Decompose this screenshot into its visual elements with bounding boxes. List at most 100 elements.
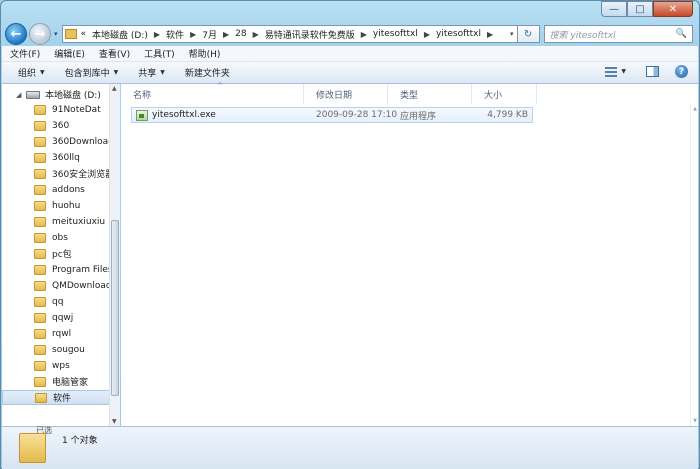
tree-item-drive[interactable]: ◢ 本地磁盘 (D:) (2, 87, 101, 102)
table-row[interactable]: yitesofttxl.exe 2009-09-28 17:10 应用程序 4,… (131, 107, 533, 123)
tree-item-label: 360 (52, 120, 70, 131)
include-in-library-button[interactable]: 包含到库中 ▼ (65, 66, 119, 79)
tree-item-folder[interactable]: obs (2, 230, 68, 245)
tree-item-label: rqwl (52, 328, 72, 339)
file-name: yitesofttxl.exe (152, 110, 216, 120)
breadcrumb-item[interactable]: yitesofttxl (436, 29, 481, 39)
tree-item-folder[interactable]: qq (2, 294, 63, 309)
chevron-right-icon[interactable]: ▶ (361, 30, 367, 39)
scroll-up-icon[interactable]: ▲ (112, 85, 117, 92)
chevron-right-icon[interactable]: ▶ (253, 30, 259, 39)
chevron-down-icon: ▼ (160, 69, 165, 76)
expand-icon[interactable]: ◢ (16, 91, 26, 99)
folder-icon (34, 328, 46, 339)
tree-item-folder[interactable]: 360Downloads (2, 134, 119, 149)
tree-item-folder[interactable]: addons (2, 182, 85, 197)
column-header-type[interactable]: 类型 (388, 84, 472, 104)
navigation-scrollbar[interactable]: ▲ ▼ (109, 84, 120, 426)
folder-icon (34, 136, 46, 147)
item-count: 1 个对象 (62, 436, 98, 446)
scroll-up-icon[interactable]: ▲ (693, 106, 697, 112)
tree-item-folder[interactable]: 91NoteDat (2, 102, 101, 117)
tree-item-folder[interactable]: meituxiuxiu (2, 214, 105, 229)
column-header-modified[interactable]: 修改日期 (304, 84, 388, 104)
scroll-down-icon[interactable]: ▼ (693, 418, 697, 424)
minimize-button[interactable]: — (601, 1, 627, 17)
back-arrow-icon[interactable]: ← (5, 23, 27, 45)
menu-help[interactable]: 帮助(H) (189, 47, 221, 60)
refresh-icon[interactable]: ↻ (517, 25, 540, 43)
folder-icon (34, 296, 46, 307)
organize-button[interactable]: 组织 ▼ (18, 66, 45, 79)
folder-icon (34, 216, 46, 227)
search-input[interactable]: 搜索 yitesofttxl 🔍 (543, 25, 693, 43)
tree-item-folder[interactable]: 软件 (2, 390, 110, 405)
tree-item-folder[interactable]: huohu (2, 198, 80, 213)
folder-icon (34, 120, 46, 131)
share-button[interactable]: 共享 ▼ (138, 66, 165, 79)
scrollbar-thumb[interactable] (111, 220, 119, 396)
folder-icon (64, 29, 77, 39)
menu-file[interactable]: 文件(F) (10, 47, 40, 60)
menu-edit[interactable]: 编辑(E) (54, 47, 85, 60)
new-folder-button[interactable]: 新建文件夹 (185, 66, 230, 79)
tree-item-folder[interactable]: Program Files (2, 262, 113, 277)
column-header-size[interactable]: 大小 (472, 84, 537, 104)
close-button[interactable]: ✕ (653, 1, 693, 17)
column-type-label: 类型 (400, 90, 419, 101)
chevron-right-icon[interactable]: ▶ (154, 30, 160, 39)
scroll-down-icon[interactable]: ▼ (112, 418, 117, 425)
recent-pages-dropdown-icon[interactable]: ▾ (54, 30, 58, 38)
breadcrumb-item[interactable]: yitesofttxl (373, 29, 418, 39)
chevron-right-icon[interactable]: ▶ (190, 30, 196, 39)
folder-icon (34, 152, 46, 163)
views-icon[interactable] (605, 66, 618, 77)
menu-tools[interactable]: 工具(T) (144, 47, 175, 60)
tree-item-label: 软件 (53, 394, 72, 404)
forward-arrow-icon[interactable]: → (29, 23, 51, 45)
breadcrumb-overflow[interactable]: « (81, 29, 87, 39)
tree-item-label: huohu (52, 200, 81, 211)
search-icon[interactable]: 🔍 (676, 29, 687, 39)
chevron-down-icon: ▼ (40, 69, 45, 76)
tree-item-label: sougou (52, 344, 85, 355)
chevron-right-icon[interactable]: ▶ (424, 30, 430, 39)
menu-view[interactable]: 查看(V) (99, 47, 130, 60)
tree-item-label: 电脑管家 (52, 378, 89, 388)
breadcrumb-item[interactable]: 本地磁盘 (D:) (92, 28, 148, 41)
tree-item-folder[interactable]: rqwl (2, 326, 71, 341)
application-icon (136, 109, 148, 121)
preview-pane-icon[interactable] (646, 66, 659, 77)
column-header-name[interactable]: 名称 ^ (121, 82, 304, 104)
tree-item-folder[interactable]: 360llq (2, 150, 80, 165)
tree-item-folder[interactable]: wps (2, 358, 70, 373)
search-placeholder: 搜索 yitesofttxl (549, 30, 616, 41)
sort-ascending-icon: ^ (217, 82, 223, 90)
breadcrumb-item[interactable]: 易特通讯录软件免费版 (265, 28, 355, 41)
tree-item-folder[interactable]: 360 (2, 118, 69, 133)
organize-label: 组织 (18, 69, 37, 79)
tree-item-folder[interactable]: pc包 (2, 246, 72, 261)
address-history-dropdown-icon[interactable]: ▾ (510, 30, 517, 38)
breadcrumb-item[interactable]: 7月 (202, 28, 217, 41)
explorer-window: — □ ✕ ← → ▾ « 本地磁盘 (D:) ▶ 软件 ▶ 7月 ▶ 28 ▶… (0, 0, 700, 469)
address-bar[interactable]: « 本地磁盘 (D:) ▶ 软件 ▶ 7月 ▶ 28 ▶ 易特通讯录软件免费版 … (61, 25, 518, 43)
maximize-button[interactable]: □ (627, 1, 653, 17)
help-icon[interactable]: ? (675, 65, 688, 78)
chevron-right-icon[interactable]: ▶ (487, 30, 493, 39)
folder-icon (34, 168, 46, 179)
file-list: 名称 ^ 修改日期 类型 大小 yitesofttxl.exe 2009-09-… (121, 82, 698, 426)
breadcrumb-item[interactable]: 软件 (166, 28, 184, 41)
tree-item-folder[interactable]: QMDownload (2, 278, 112, 293)
tree-item-label: 360安全浏览器 (52, 170, 115, 180)
folder-icon (34, 200, 46, 211)
breadcrumb-item[interactable]: 28 (235, 29, 246, 39)
folder-icon (34, 104, 46, 115)
tree-item-folder[interactable]: 360安全浏览器 (2, 166, 114, 181)
chevron-down-icon[interactable]: ▼ (621, 68, 626, 75)
tree-item-folder[interactable]: 电脑管家 (2, 374, 88, 389)
chevron-right-icon[interactable]: ▶ (223, 30, 229, 39)
file-list-scrollbar[interactable]: ▲ ▼ (690, 104, 698, 426)
tree-item-folder[interactable]: qqwj (2, 310, 73, 325)
tree-item-folder[interactable]: sougou (2, 342, 85, 357)
